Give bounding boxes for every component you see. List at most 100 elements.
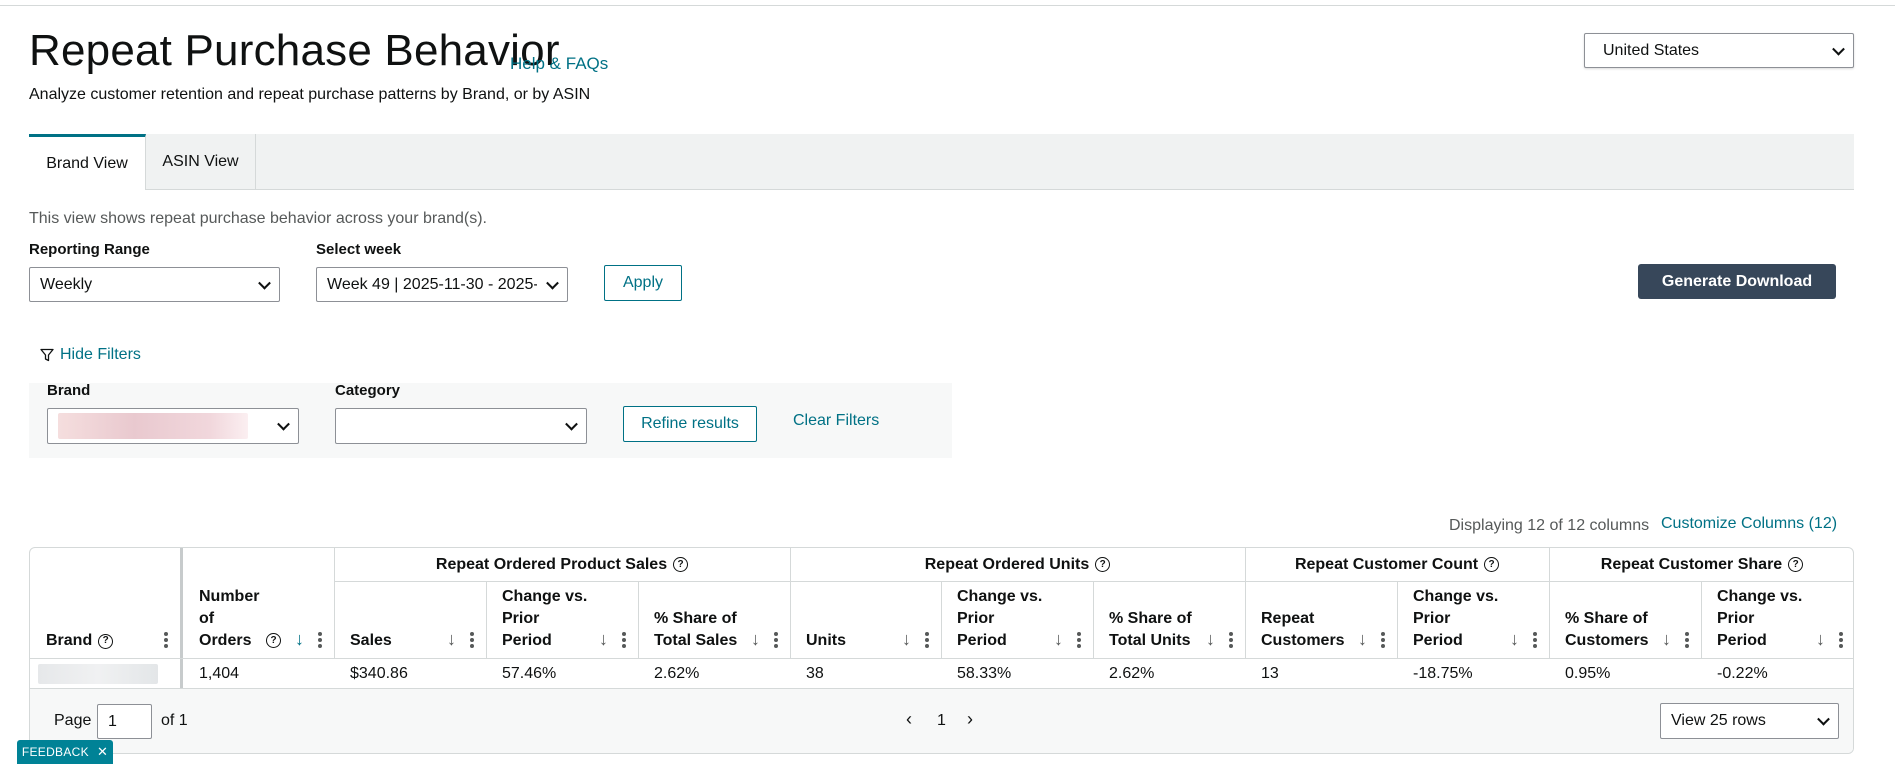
cell-orders: 1,404 [199, 664, 240, 682]
column-header-sales-share[interactable]: % Share of Total Sales ↓ [638, 582, 790, 658]
group-header-sales: Repeat Ordered Product Sales? [334, 548, 790, 582]
customize-columns-link[interactable]: Customize Columns (12) [1661, 515, 1837, 533]
view-tabs: Brand View ASIN View [29, 134, 1854, 190]
column-header-sales-change[interactable]: Change vs. Prior Period ↓ [486, 582, 638, 658]
chevron-down-icon [258, 276, 271, 290]
sort-arrow-down-icon[interactable]: ↓ [1816, 628, 1825, 650]
column-header-units[interactable]: Units ↓ [790, 582, 941, 658]
help-icon[interactable]: ? [1484, 557, 1500, 572]
country-select[interactable]: United States [1584, 33, 1854, 68]
column-menu-icon[interactable] [925, 632, 929, 648]
select-week-select[interactable]: Week 49 | 2025-11-30 - 2025-12-06 [316, 267, 568, 302]
column-header-repeat-customers[interactable]: Repeat Customers ↓ [1245, 582, 1397, 658]
reporting-range-value: Weekly [40, 275, 93, 293]
cell-sales-change: 57.46% [502, 664, 557, 682]
sort-arrow-down-icon[interactable]: ↓ [447, 628, 456, 650]
column-menu-icon[interactable] [318, 632, 322, 648]
chevron-down-icon [1817, 712, 1830, 726]
sort-arrow-down-icon[interactable]: ↓ [1510, 628, 1519, 650]
select-week-value: Week 49 | 2025-11-30 - 2025-12-06 [327, 275, 537, 293]
rows-per-page-value: View 25 rows [1671, 712, 1766, 729]
help-icon[interactable]: ? [1788, 557, 1804, 572]
rows-per-page-select[interactable]: View 25 rows [1660, 703, 1839, 739]
column-header-orders[interactable]: Number of Orders ? ↓ [183, 548, 334, 658]
column-header-brand[interactable]: Brand? [30, 548, 180, 658]
brand-value-redacted [38, 663, 158, 684]
cell-units-change: 58.33% [957, 664, 1012, 682]
generate-download-button[interactable]: Generate Download [1638, 264, 1836, 299]
country-value: United States [1603, 41, 1700, 59]
tab-asin-view[interactable]: ASIN View [146, 134, 256, 190]
cell-customers-change: -18.75% [1413, 664, 1473, 682]
column-menu-icon[interactable] [1229, 632, 1233, 648]
sort-arrow-down-icon[interactable]: ↓ [1358, 628, 1367, 650]
help-icon[interactable]: ? [673, 557, 689, 572]
sort-arrow-down-icon[interactable]: ↓ [751, 628, 760, 650]
cell-sales: $340.86 [350, 664, 408, 682]
column-header-sales[interactable]: Sales ↓ [334, 582, 486, 658]
cell-sales-share: 2.62% [654, 664, 700, 682]
cell-share-of-customers: 0.95% [1565, 664, 1611, 682]
chevron-down-icon [565, 417, 578, 431]
reporting-range-label: Reporting Range [29, 241, 150, 258]
column-menu-icon[interactable] [622, 632, 626, 648]
brand-filter-select[interactable] [47, 408, 299, 444]
chevron-left-icon[interactable]: ‹ [906, 709, 912, 730]
top-border [0, 0, 1895, 6]
sort-arrow-down-icon[interactable]: ↓ [599, 628, 608, 650]
chevron-down-icon [277, 417, 290, 431]
current-page-number[interactable]: 1 [937, 712, 946, 730]
chevron-down-icon [546, 276, 559, 290]
column-menu-icon[interactable] [164, 632, 168, 648]
column-menu-icon[interactable] [1685, 632, 1689, 648]
cell-units: 38 [806, 664, 824, 682]
cell-repeat-customers: 13 [1261, 664, 1279, 682]
column-menu-icon[interactable] [1839, 632, 1843, 648]
hide-filters-label: Hide Filters [60, 346, 141, 363]
help-icon[interactable]: ? [1095, 557, 1111, 572]
help-icon[interactable]: ? [98, 633, 114, 649]
chevron-right-icon[interactable]: › [967, 709, 973, 730]
category-filter-select[interactable] [335, 408, 587, 444]
category-filter-label: Category [335, 382, 401, 399]
data-table: Repeat Ordered Product Sales? Repeat Ord… [29, 547, 1854, 754]
refine-results-button[interactable]: Refine results [623, 406, 757, 442]
cell-brand[interactable] [30, 659, 180, 688]
column-header-share-of-customers[interactable]: % Share of Customers ↓ [1549, 582, 1701, 658]
apply-button[interactable]: Apply [604, 265, 682, 301]
close-icon[interactable]: ✕ [97, 744, 108, 760]
page-title: Repeat Purchase Behavior [29, 26, 560, 75]
column-header-units-share[interactable]: % Share of Total Units ↓ [1093, 582, 1245, 658]
brand-filter-label: Brand [47, 382, 91, 399]
column-menu-icon[interactable] [1533, 632, 1537, 648]
clear-filters-link[interactable]: Clear Filters [793, 412, 879, 430]
reporting-range-select[interactable]: Weekly [29, 267, 280, 302]
sort-arrow-down-icon[interactable]: ↓ [1054, 628, 1063, 650]
columns-displayed-text: Displaying 12 of 12 columns [1449, 517, 1650, 534]
help-icon[interactable]: ? [266, 633, 281, 648]
view-description: This view shows repeat purchase behavior… [29, 210, 487, 227]
sort-arrow-down-icon[interactable]: ↓ [902, 628, 911, 650]
sort-arrow-down-icon[interactable]: ↓ [1662, 628, 1671, 650]
cell-units-share: 2.62% [1109, 664, 1155, 682]
page-number-input[interactable]: 1 [97, 704, 152, 739]
sort-arrow-down-icon[interactable]: ↓ [295, 628, 304, 650]
column-menu-icon[interactable] [1381, 632, 1385, 648]
column-header-units-change[interactable]: Change vs. Prior Period ↓ [941, 582, 1093, 658]
page-of-label: of 1 [161, 712, 188, 729]
filter-icon [40, 348, 54, 362]
column-header-share-change[interactable]: Change vs. Prior Period ↓ [1701, 582, 1853, 658]
feedback-label: FEEDBACK [21, 745, 89, 759]
group-header-units: Repeat Ordered Units? [790, 548, 1245, 582]
column-menu-icon[interactable] [1077, 632, 1081, 648]
column-menu-icon[interactable] [774, 632, 778, 648]
column-header-customers-change[interactable]: Change vs. Prior Period ↓ [1397, 582, 1549, 658]
tab-brand-view[interactable]: Brand View [29, 134, 146, 190]
hide-filters-toggle[interactable]: Hide Filters [40, 346, 141, 364]
group-header-customer-share: Repeat Customer Share? [1549, 548, 1853, 582]
sort-arrow-down-icon[interactable]: ↓ [1206, 628, 1215, 650]
page-label: Page [54, 712, 92, 729]
feedback-tab[interactable]: FEEDBACK ✕ [17, 740, 113, 764]
help-faqs-link[interactable]: Help & FAQs [510, 54, 608, 74]
column-menu-icon[interactable] [470, 632, 474, 648]
